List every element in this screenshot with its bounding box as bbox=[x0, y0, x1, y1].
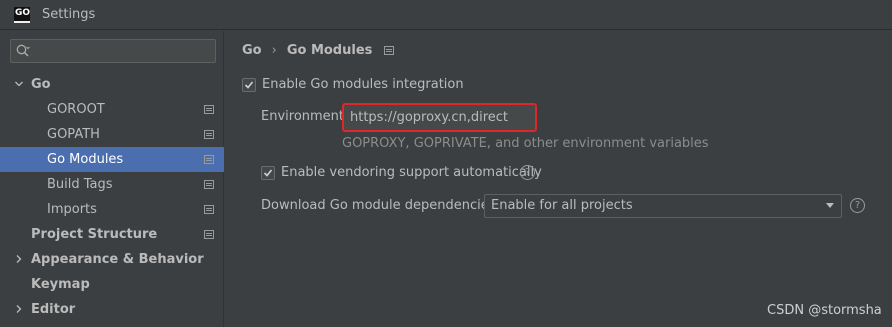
enable-go-modules-label[interactable]: Enable Go modules integration bbox=[262, 77, 464, 92]
sidebar-item-label: GOPATH bbox=[47, 127, 100, 142]
sidebar-item-appearance-behavior[interactable]: Appearance & Behavior bbox=[0, 247, 224, 272]
environment-label: Environment: bbox=[261, 109, 349, 124]
environment-input[interactable]: https://goproxy.cn,direct bbox=[342, 103, 537, 132]
sidebar-item-editor[interactable]: Editor bbox=[0, 297, 224, 322]
settings-search-input[interactable] bbox=[10, 39, 216, 63]
chevron-right-icon[interactable] bbox=[14, 254, 24, 264]
sidebar-item-go[interactable]: Go bbox=[0, 72, 224, 97]
sidebar-item-keymap[interactable]: Keymap bbox=[0, 272, 224, 297]
breadcrumb-item: Go Modules bbox=[286, 43, 373, 58]
settings-content: Go › Go Modules Enable Go modules integr… bbox=[225, 31, 892, 327]
sidebar-item-label: Imports bbox=[47, 202, 97, 217]
goland-app-icon: GO bbox=[14, 7, 30, 23]
project-settings-icon bbox=[204, 130, 214, 139]
sidebar-item-label: Appearance & Behavior bbox=[31, 252, 204, 267]
sidebar-item-label: Keymap bbox=[31, 277, 90, 292]
sidebar-item-label: Go Modules bbox=[47, 152, 124, 167]
breadcrumb-separator-icon: › bbox=[271, 43, 277, 58]
sidebar-item-project-structure[interactable]: Project Structure bbox=[0, 222, 224, 247]
window-title: Settings bbox=[42, 7, 96, 22]
select-value: Enable for all projects bbox=[491, 198, 633, 213]
sidebar-item-label: Go bbox=[31, 77, 51, 92]
sidebar-item-label: GOROOT bbox=[47, 102, 105, 117]
chevron-right-icon[interactable] bbox=[14, 304, 24, 314]
checkmark-icon bbox=[244, 81, 254, 89]
breadcrumb-item[interactable]: Go bbox=[242, 43, 262, 58]
enable-vendoring-label[interactable]: Enable vendoring support automatically bbox=[281, 165, 542, 180]
environment-hint: GOPROXY, GOPRIVATE, and other environmen… bbox=[342, 136, 709, 151]
project-settings-icon bbox=[204, 205, 214, 214]
download-dependencies-select[interactable]: Enable for all projects bbox=[484, 194, 842, 218]
download-dependencies-label: Download Go module dependencies: bbox=[261, 198, 500, 213]
watermark: CSDN @stormsha bbox=[767, 303, 882, 318]
enable-go-modules-checkbox[interactable] bbox=[242, 78, 256, 92]
sidebar-item-label: Project Structure bbox=[31, 227, 158, 242]
search-icon bbox=[16, 44, 30, 57]
chevron-down-icon[interactable] bbox=[14, 79, 24, 89]
project-settings-icon bbox=[204, 180, 214, 189]
project-settings-icon bbox=[204, 230, 214, 239]
title-bar: GO Settings bbox=[0, 0, 892, 30]
sidebar-item-build-tags[interactable]: Build Tags bbox=[0, 172, 224, 197]
help-icon[interactable]: ? bbox=[520, 165, 535, 180]
project-settings-icon bbox=[204, 105, 214, 114]
sidebar-item-label: Build Tags bbox=[47, 177, 113, 192]
enable-vendoring-checkbox[interactable] bbox=[261, 166, 275, 180]
checkmark-icon bbox=[263, 169, 273, 177]
sidebar-item-imports[interactable]: Imports bbox=[0, 197, 224, 222]
dropdown-arrow-icon bbox=[826, 203, 834, 208]
sidebar-item-label: Editor bbox=[31, 302, 76, 317]
project-settings-icon bbox=[384, 46, 395, 55]
sidebar-item-gopath[interactable]: GOPATH bbox=[0, 122, 224, 147]
settings-sidebar: Go GOROOT GOPATH Go Modules Build Tags I… bbox=[0, 31, 224, 327]
help-icon[interactable]: ? bbox=[850, 198, 865, 213]
breadcrumb: Go › Go Modules bbox=[242, 43, 395, 58]
sidebar-item-goroot[interactable]: GOROOT bbox=[0, 97, 224, 122]
project-settings-icon bbox=[204, 155, 214, 164]
sidebar-item-go-modules[interactable]: Go Modules bbox=[0, 147, 224, 172]
